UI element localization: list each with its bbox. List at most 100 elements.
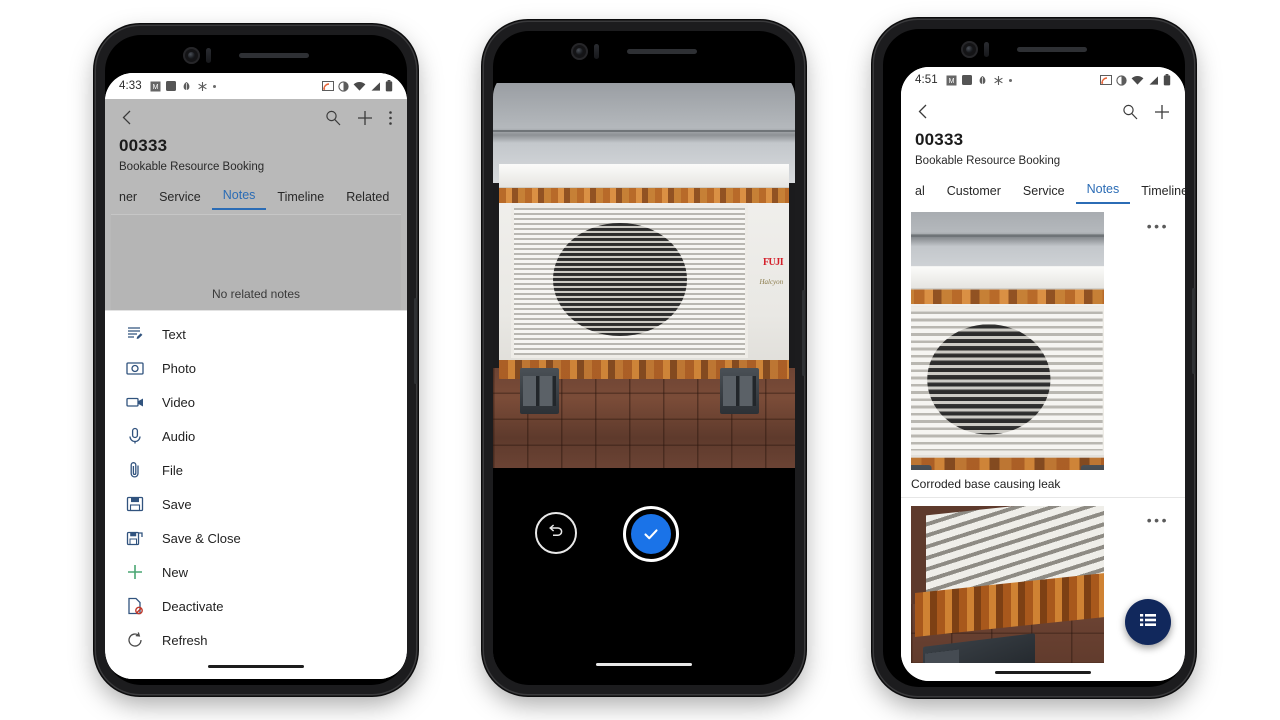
menu-item-audio[interactable]: Audio (105, 419, 407, 453)
gesture-bar[interactable] (901, 663, 1185, 681)
menu-item-photo[interactable]: Photo (105, 351, 407, 385)
status-bar: 4:33 M (105, 73, 407, 99)
menu-item-label: Save (162, 496, 192, 512)
tab-timeline[interactable]: Timeline (266, 190, 335, 210)
app-header: 00333 Bookable Resource Booking ner Serv… (105, 99, 407, 210)
notes-list[interactable]: ••• FUJI (901, 204, 1185, 663)
earpiece-speaker-icon (1017, 47, 1087, 52)
front-camera-icon (571, 43, 588, 60)
status-right-group (322, 80, 393, 92)
cast-icon (1100, 74, 1112, 86)
photo-ac-base-closeup (911, 506, 1104, 663)
menu-item-file[interactable]: File (105, 453, 407, 487)
snowflake-icon (197, 81, 208, 92)
menu-item-text[interactable]: Text (105, 317, 407, 351)
header-top-row (915, 99, 1171, 129)
back-button[interactable] (119, 109, 136, 131)
back-button[interactable] (915, 103, 932, 125)
status-time: 4:33 (119, 80, 142, 92)
square-icon (961, 75, 972, 85)
phone-glass: 4:51 M 00333 Bookable Resource Booking a… (883, 29, 1185, 687)
power-button[interactable] (802, 290, 805, 376)
empty-state-text: No related notes (211, 287, 301, 301)
square-icon (165, 81, 176, 91)
menu-item-label: Text (162, 326, 186, 342)
tab-related[interactable]: Related (335, 190, 400, 210)
notes-fab-button[interactable] (1125, 599, 1171, 645)
note-image[interactable]: FUJI Halcyon (911, 212, 1104, 470)
tab-timeline[interactable]: Timeline (1130, 184, 1185, 204)
front-camera-icon (183, 47, 200, 64)
save-close-icon (125, 529, 144, 548)
wifi-icon (353, 81, 366, 92)
earpiece-speaker-icon (627, 49, 697, 54)
battery-icon (385, 80, 393, 92)
overflow-icon[interactable] (388, 109, 393, 132)
tab-service[interactable]: Service (1012, 184, 1076, 204)
tab-customer[interactable]: Customer (936, 184, 1012, 204)
undo-icon (547, 522, 565, 545)
snowflake-icon (993, 75, 1004, 86)
menu-item-video[interactable]: Video (105, 385, 407, 419)
menu-item-deactivate[interactable]: Deactivate (105, 589, 407, 623)
note-image[interactable] (911, 506, 1104, 663)
proximity-sensor-icon (594, 44, 599, 59)
note-overflow-icon[interactable]: ••• (1147, 218, 1169, 234)
tab-general[interactable]: al (915, 184, 936, 204)
menu-item-label: Video (162, 394, 196, 410)
menu-item-refresh[interactable]: Refresh (105, 623, 407, 657)
proximity-sensor-icon (206, 48, 211, 63)
save-icon (125, 495, 144, 514)
cast-icon (322, 80, 334, 92)
scrim-body[interactable]: No related notes Text Photo Video Audio … (105, 210, 407, 679)
phone-device-menu: 4:33 M 00333 Bookable Resource Booking n… (96, 26, 417, 694)
retake-button[interactable] (535, 512, 577, 554)
tab-owner[interactable]: ner (119, 190, 148, 210)
menu-item-new[interactable]: New (105, 555, 407, 589)
tab-notes[interactable]: Notes (1075, 182, 1131, 204)
search-icon[interactable] (1121, 103, 1139, 126)
note-overflow-icon[interactable]: ••• (1147, 512, 1169, 528)
wifi-icon (1131, 75, 1144, 86)
search-icon[interactable] (324, 109, 342, 132)
menu-item-save[interactable]: Save (105, 487, 407, 521)
add-icon[interactable] (1153, 103, 1171, 126)
check-icon (631, 514, 671, 554)
tab-notes[interactable]: Notes (211, 188, 267, 210)
menu-item-save-close[interactable]: Save & Close (105, 521, 407, 555)
note-card[interactable]: ••• FUJI (901, 204, 1185, 498)
front-camera-icon (961, 41, 978, 58)
accept-photo-button[interactable] (623, 506, 679, 562)
dot-icon (212, 84, 216, 88)
menu-item-label: Audio (162, 428, 196, 444)
brand-logo-text: FUJI (762, 256, 784, 268)
add-icon[interactable] (356, 109, 374, 132)
tab-service[interactable]: Service (148, 190, 212, 210)
text-note-icon (125, 325, 144, 344)
status-right-group (1100, 74, 1171, 86)
battery-icon (1163, 74, 1171, 86)
gesture-bar[interactable] (105, 657, 407, 675)
menu-item-label: Save & Close (162, 530, 241, 546)
tab-bar: al Customer Service Notes Timeline (915, 176, 1185, 204)
photo-ac-unit: FUJI Halcyon (911, 212, 1104, 470)
video-icon (125, 393, 144, 412)
svg-text:M: M (948, 78, 954, 85)
app-header: 00333 Bookable Resource Booking al Custo… (901, 93, 1185, 204)
earpiece-speaker-icon (239, 53, 309, 58)
microphone-icon (125, 427, 144, 446)
signal-icon (370, 81, 381, 92)
tab-bar: ner Service Notes Timeline Related (119, 182, 393, 210)
signal-icon (1148, 75, 1159, 86)
header-actions (1121, 103, 1171, 126)
menu-item-label: Deactivate (162, 598, 224, 614)
power-button[interactable] (1192, 288, 1195, 374)
paperclip-icon (125, 461, 144, 480)
note-caption: Corroded base causing leak (911, 477, 1061, 491)
entity-subtitle: Bookable Resource Booking (915, 155, 1061, 167)
photo-ac-unit: FUJI Halcyon (493, 83, 795, 468)
gesture-bar[interactable] (493, 655, 795, 673)
power-button[interactable] (414, 298, 417, 384)
menu-item-label: Photo (162, 360, 196, 376)
phone-device-notes: 4:51 M 00333 Bookable Resource Booking a… (874, 20, 1195, 696)
